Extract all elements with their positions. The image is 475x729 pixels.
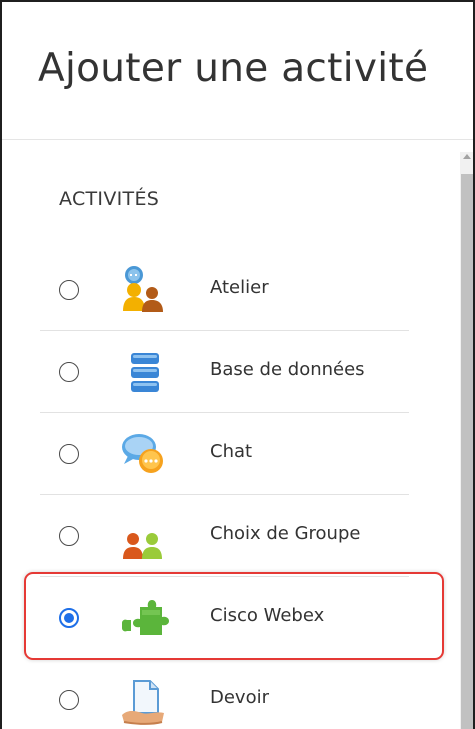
dialog-title: Ajouter une activité [38,46,429,91]
activity-item-chat[interactable]: Chat [40,413,409,495]
dialog-header: Ajouter une activité [2,2,475,140]
activity-label-cisco-webex: Cisco Webex [210,605,325,626]
activity-item-devoir[interactable]: Devoir [40,659,409,729]
activity-radio-devoir[interactable] [59,690,79,710]
activity-radio-chat[interactable] [59,444,79,464]
add-activity-dialog: Ajouter une activité ACTIVITÉS Atelier B… [0,0,475,729]
database-icon [131,353,159,392]
activity-label-choix-de-groupe: Choix de Groupe [210,523,361,544]
activity-label-atelier: Atelier [210,277,269,298]
activity-item-base-de-donnees[interactable]: Base de données [40,331,409,413]
activity-label-base-de-donnees: Base de données [210,359,365,380]
activity-radio-cisco-webex[interactable] [59,608,79,628]
assignment-icon [122,680,164,725]
activities-section-title: ACTIVITÉS [59,188,160,210]
workshop-people-icon [123,266,163,312]
activity-item-atelier[interactable]: Atelier [40,249,409,331]
group-choice-icon [123,533,162,559]
activity-item-cisco-webex[interactable]: Cisco Webex [40,577,409,659]
activity-radio-base-de-donnees[interactable] [59,362,79,382]
scroll-up-arrow-icon[interactable] [463,154,471,159]
puzzle-plugin-icon [122,600,169,635]
activity-label-devoir: Devoir [210,687,270,708]
activity-list: Atelier Base de données Chat Choix de Gr… [40,249,409,729]
activity-label-chat: Chat [210,441,253,462]
activity-item-choix-de-groupe[interactable]: Choix de Groupe [40,495,409,577]
activity-radio-choix-de-groupe[interactable] [59,526,79,546]
chat-bubbles-icon [122,434,163,473]
activity-radio-atelier[interactable] [59,280,79,300]
